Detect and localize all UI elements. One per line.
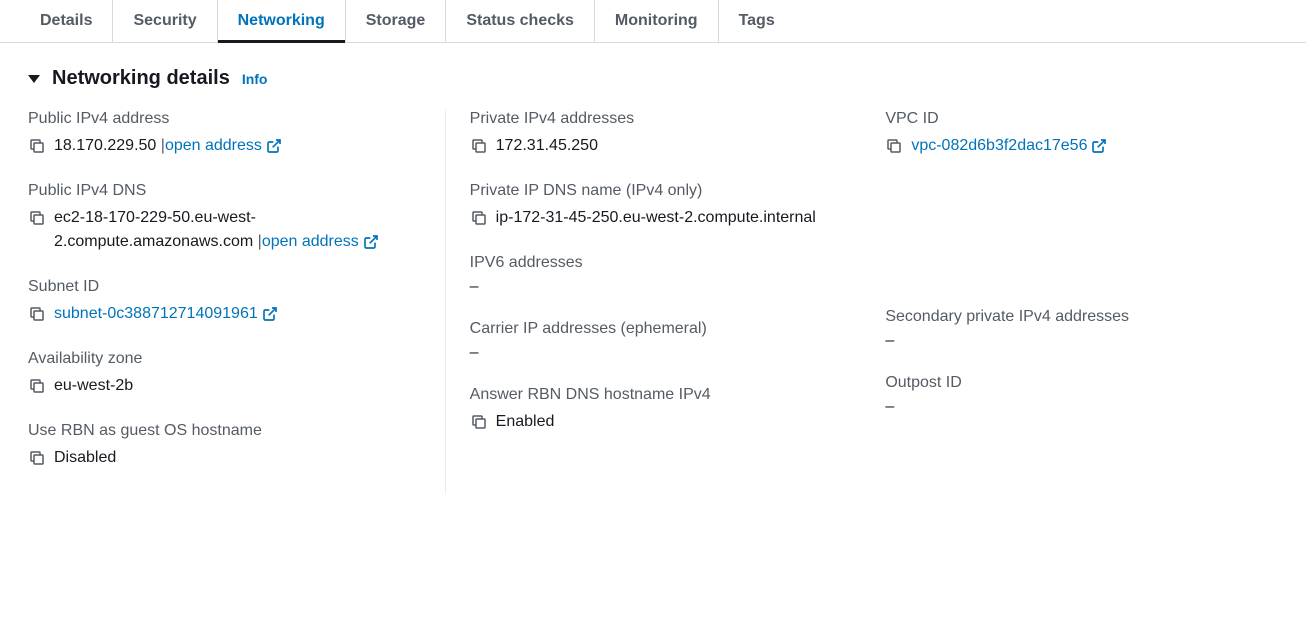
column-2: Private IPv4 addresses 172.31.45.250 Pri… — [445, 110, 862, 494]
label-public-ipv4-dns: Public IPv4 DNS — [28, 182, 421, 200]
section-title: Networking details — [52, 67, 230, 90]
external-link-icon — [266, 138, 282, 154]
details-grid: Public IPv4 address 18.170.229.50 |open … — [28, 110, 1278, 494]
label-answer-rbn: Answer RBN DNS hostname IPv4 — [470, 386, 838, 404]
column-3: VPC ID vpc-082d6b3f2dac17e56 Secondary p… — [861, 110, 1278, 494]
external-link-icon — [262, 306, 278, 322]
field-use-rbn: Use RBN as guest OS hostname Disabled — [28, 422, 421, 470]
subnet-id-link[interactable]: subnet-0c388712714091961 — [54, 305, 278, 322]
external-link-icon — [363, 234, 379, 250]
copy-icon[interactable] — [28, 137, 46, 155]
field-subnet-id: Subnet ID subnet-0c388712714091961 — [28, 278, 421, 326]
vpc-id-link[interactable]: vpc-082d6b3f2dac17e56 — [911, 137, 1107, 154]
field-secondary-private-ipv4: Secondary private IPv4 addresses – — [885, 308, 1254, 350]
caret-down-icon[interactable] — [28, 75, 40, 83]
tab-status-checks[interactable]: Status checks — [446, 0, 595, 42]
value-private-ip-dns-name: ip-172-31-45-250.eu-west-2.compute.inter… — [496, 206, 838, 230]
tab-networking[interactable]: Networking — [218, 0, 346, 42]
field-answer-rbn: Answer RBN DNS hostname IPv4 Enabled — [470, 386, 838, 434]
field-outpost-id: Outpost ID – — [885, 374, 1254, 416]
label-outpost-id: Outpost ID — [885, 374, 1254, 392]
value-carrier-ip: – — [470, 344, 838, 362]
copy-icon[interactable] — [885, 137, 903, 155]
tab-storage[interactable]: Storage — [346, 0, 447, 42]
value-use-rbn: Disabled — [54, 446, 421, 470]
tab-details[interactable]: Details — [20, 0, 113, 42]
field-vpc-id: VPC ID vpc-082d6b3f2dac17e56 — [885, 110, 1254, 158]
value-public-ipv4-dns: ec2-18-170-229-50.eu-west-2.compute.amaz… — [54, 209, 256, 250]
value-private-ipv4-addresses: 172.31.45.250 — [496, 134, 838, 158]
value-secondary-private-ipv4: – — [885, 332, 1254, 350]
label-secondary-private-ipv4: Secondary private IPv4 addresses — [885, 308, 1254, 326]
label-use-rbn: Use RBN as guest OS hostname — [28, 422, 421, 440]
label-private-ip-dns-name: Private IP DNS name (IPv4 only) — [470, 182, 838, 200]
label-private-ipv4-addresses: Private IPv4 addresses — [470, 110, 838, 128]
copy-icon[interactable] — [470, 413, 488, 431]
copy-icon[interactable] — [28, 377, 46, 395]
field-private-ip-dns-name: Private IP DNS name (IPv4 only) ip-172-3… — [470, 182, 838, 230]
label-carrier-ip: Carrier IP addresses (ephemeral) — [470, 320, 838, 338]
field-ipv6-addresses: IPV6 addresses – — [470, 254, 838, 296]
label-subnet-id: Subnet ID — [28, 278, 421, 296]
value-ipv6-addresses: – — [470, 278, 838, 296]
tab-security[interactable]: Security — [113, 0, 217, 42]
open-address-link[interactable]: open address — [262, 233, 379, 250]
value-outpost-id: – — [885, 398, 1254, 416]
field-public-ipv4-dns: Public IPv4 DNS ec2-18-170-229-50.eu-wes… — [28, 182, 421, 254]
value-availability-zone: eu-west-2b — [54, 374, 421, 398]
field-carrier-ip: Carrier IP addresses (ephemeral) – — [470, 320, 838, 362]
copy-icon[interactable] — [470, 209, 488, 227]
column-1: Public IPv4 address 18.170.229.50 |open … — [28, 110, 445, 494]
copy-icon[interactable] — [28, 449, 46, 467]
networking-content: Networking details Info Public IPv4 addr… — [0, 43, 1306, 518]
field-availability-zone: Availability zone eu-west-2b — [28, 350, 421, 398]
copy-icon[interactable] — [470, 137, 488, 155]
info-link[interactable]: Info — [242, 71, 268, 87]
field-public-ipv4-address: Public IPv4 address 18.170.229.50 |open … — [28, 110, 421, 158]
external-link-icon — [1091, 138, 1107, 154]
label-vpc-id: VPC ID — [885, 110, 1254, 128]
open-address-link[interactable]: open address — [165, 137, 282, 154]
section-header: Networking details Info — [28, 67, 1278, 90]
label-availability-zone: Availability zone — [28, 350, 421, 368]
value-public-ipv4-address: 18.170.229.50 — [54, 137, 156, 154]
tab-tags[interactable]: Tags — [719, 0, 795, 42]
tabs-bar: Details Security Networking Storage Stat… — [0, 0, 1306, 43]
tab-monitoring[interactable]: Monitoring — [595, 0, 719, 42]
copy-icon[interactable] — [28, 305, 46, 323]
label-ipv6-addresses: IPV6 addresses — [470, 254, 838, 272]
field-private-ipv4-addresses: Private IPv4 addresses 172.31.45.250 — [470, 110, 838, 158]
value-answer-rbn: Enabled — [496, 410, 838, 434]
copy-icon[interactable] — [28, 209, 46, 227]
label-public-ipv4-address: Public IPv4 address — [28, 110, 421, 128]
